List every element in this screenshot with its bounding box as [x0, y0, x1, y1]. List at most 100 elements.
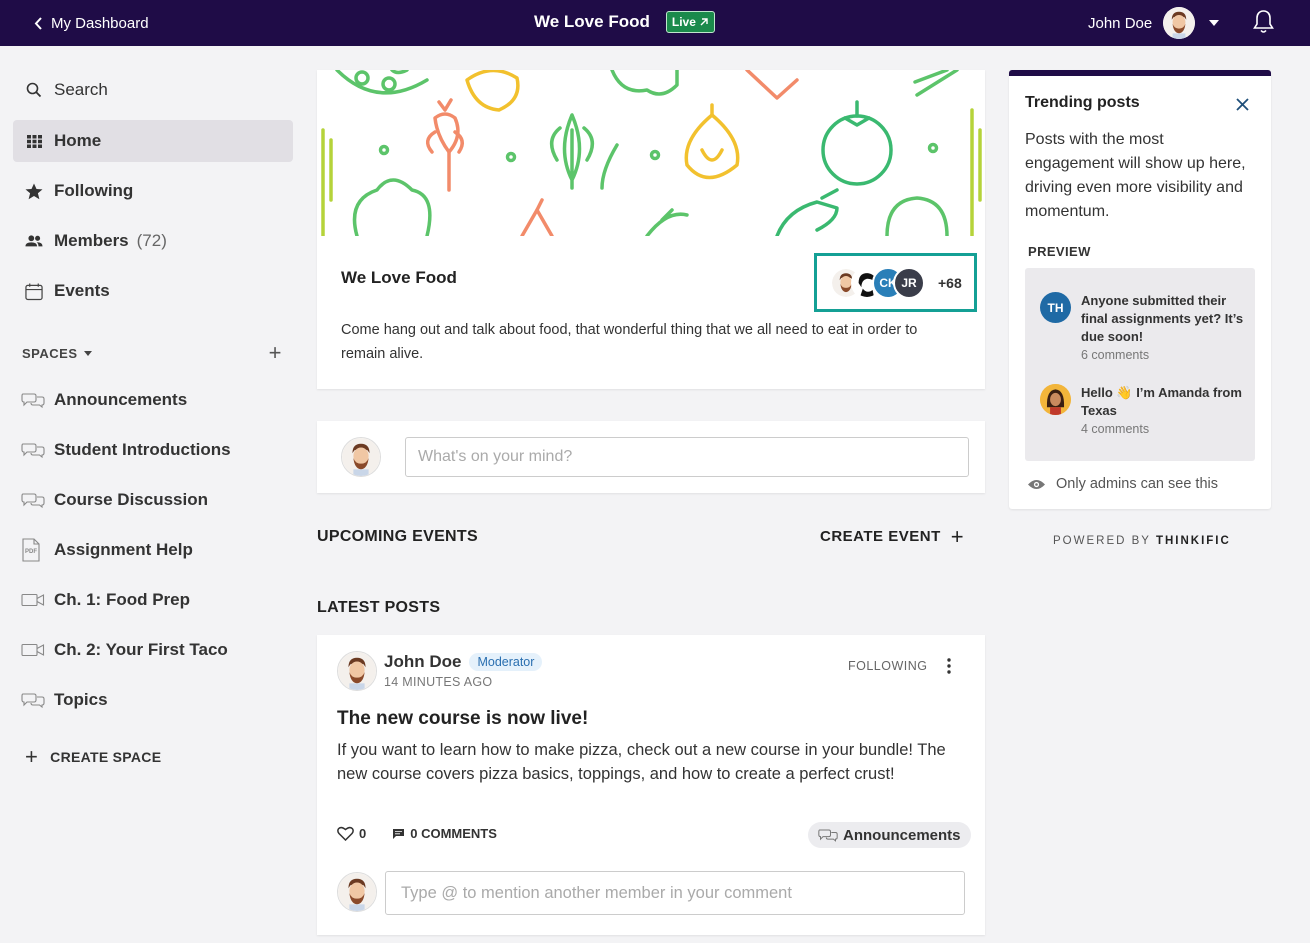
sidebar-item-search[interactable]: Search — [13, 69, 293, 111]
comments-count: 0 COMMENTS — [410, 826, 497, 841]
video-icon — [21, 593, 45, 607]
user-menu[interactable]: John Doe — [1088, 6, 1220, 40]
create-space-label: CREATE SPACE — [50, 749, 162, 765]
user-avatar — [337, 872, 377, 912]
post-timestamp: 14 MINUTES AGO — [384, 675, 493, 689]
sidebar-item-label: Events — [54, 281, 110, 300]
moderator-badge: Moderator — [469, 653, 543, 671]
live-badge[interactable]: Live — [665, 11, 715, 33]
space-item-ch2-first-taco[interactable]: Ch. 2: Your First Taco — [21, 635, 228, 665]
people-icon — [25, 232, 43, 250]
trending-item-comments: 6 comments — [1081, 348, 1150, 362]
create-event-label: CREATE EVENT — [820, 528, 941, 545]
sidebar-item-label: Members — [54, 231, 129, 250]
spaces-header[interactable]: SPACES + — [22, 342, 282, 364]
close-icon[interactable] — [1236, 98, 1249, 111]
post-title[interactable]: The new course is now live! — [337, 708, 588, 730]
grid-icon — [25, 132, 43, 150]
sidebar-item-members[interactable]: Members (72) — [13, 220, 293, 262]
space-item-topics[interactable]: Topics — [21, 685, 108, 715]
trending-preview: TH Anyone submitted their final assignme… — [1025, 268, 1255, 461]
more-options-icon[interactable] — [943, 657, 955, 675]
caret-down-icon — [83, 351, 92, 356]
bell-icon[interactable] — [1253, 9, 1274, 35]
community-title-card: We Love Food — [341, 268, 457, 287]
search-icon — [25, 81, 43, 99]
back-to-dashboard-link[interactable]: My Dashboard — [34, 12, 149, 34]
live-label: Live — [671, 15, 696, 29]
like-button[interactable]: 0 — [337, 826, 366, 841]
comment-input[interactable] — [385, 871, 965, 915]
space-item-student-introductions[interactable]: Student Introductions — [21, 435, 231, 465]
user-name: John Doe — [1088, 14, 1153, 32]
eye-icon — [1028, 479, 1045, 489]
sidebar-item-label: Search — [54, 80, 108, 99]
external-arrow-icon — [700, 18, 708, 26]
community-title: We Love Food — [534, 12, 650, 31]
trending-item-title: Anyone submitted their final assignments… — [1081, 293, 1244, 344]
chat-bubbles-icon — [21, 392, 45, 408]
calendar-icon — [25, 282, 43, 300]
space-item-announcements[interactable]: Announcements — [21, 385, 187, 415]
space-item-assignment-help[interactable]: PDF Assignment Help — [21, 535, 193, 565]
create-event-button[interactable]: CREATE EVENT + — [820, 523, 965, 549]
post-author-name[interactable]: John Doe — [384, 652, 461, 672]
top-bar: My Dashboard We Love Food Live John Doe — [0, 0, 1310, 46]
sidebar-item-following[interactable]: Following — [13, 170, 293, 212]
trending-item-title: Hello 👋 I’m Amanda from Texas — [1081, 385, 1242, 418]
latest-posts-heading: LATEST POSTS — [317, 599, 441, 616]
plus-icon: + — [950, 523, 965, 549]
following-toggle[interactable]: FOLLOWING — [848, 659, 928, 673]
spaces-heading: SPACES — [22, 346, 78, 361]
trending-item[interactable]: Hello 👋 I’m Amanda from Texas 4 comments — [1040, 384, 1246, 438]
caret-down-icon — [1209, 20, 1220, 26]
sidebar-item-label: Following — [54, 181, 134, 200]
trending-item[interactable]: TH Anyone submitted their final assignme… — [1040, 292, 1246, 364]
heart-icon — [337, 826, 354, 841]
post-card: John Doe Moderator 14 MINUTES AGO FOLLOW… — [317, 635, 985, 935]
upcoming-events-heading: UPCOMING EVENTS — [317, 528, 478, 545]
space-label: Topics — [54, 690, 108, 709]
star-icon — [25, 182, 43, 200]
more-members-count: +68 — [938, 274, 962, 291]
pdf-icon: PDF — [21, 538, 45, 562]
create-space-button[interactable]: + CREATE SPACE — [25, 744, 162, 769]
user-avatar — [1163, 7, 1196, 39]
post-body: If you want to learn how to make pizza, … — [337, 741, 946, 783]
space-item-course-discussion[interactable]: Course Discussion — [21, 485, 208, 515]
space-item-ch1-food-prep[interactable]: Ch. 1: Food Prep — [21, 585, 190, 615]
post-space-tag[interactable]: Announcements — [808, 822, 971, 848]
trending-description: Posts with the most engagement will show… — [1025, 131, 1246, 220]
user-avatar — [341, 437, 381, 477]
comments-button[interactable]: 0 COMMENTS — [392, 826, 497, 841]
admin-visibility-note: Only admins can see this — [1027, 476, 1218, 492]
admin-note-text: Only admins can see this — [1056, 476, 1218, 492]
post-author: John Doe Moderator — [384, 652, 543, 672]
chat-bubbles-icon — [21, 692, 45, 708]
trending-posts-panel: Trending posts Posts with the most engag… — [1009, 70, 1271, 509]
sidebar-item-label: Home — [54, 131, 102, 150]
sidebar-item-home[interactable]: Home — [13, 120, 293, 162]
community-description: Come hang out and talk about food, that … — [341, 322, 918, 362]
whats-on-your-mind-input[interactable] — [405, 437, 969, 477]
like-count: 0 — [359, 826, 367, 841]
community-brand: We Love Food Live — [534, 10, 715, 34]
chat-bubbles-icon — [818, 829, 838, 842]
powered-brand: THINKIFIC — [1155, 535, 1231, 547]
post-composer — [317, 421, 985, 493]
post-actions: 0 0 COMMENTS — [337, 826, 497, 841]
back-label: My Dashboard — [51, 14, 149, 32]
members-count: (72) — [136, 231, 167, 250]
video-icon — [21, 643, 45, 657]
community-header-card: We Love Food CK JR +68 Come hang out and… — [317, 70, 985, 389]
community-banner-image — [317, 70, 985, 236]
add-space-icon[interactable]: + — [269, 342, 282, 364]
preview-label: PREVIEW — [1028, 244, 1091, 259]
member-avatars-highlight[interactable]: CK JR +68 — [814, 253, 977, 312]
powered-by-footer[interactable]: POWERED BY THINKIFIC — [1053, 535, 1231, 547]
sidebar: Search Home Following Members (72) Event… — [0, 46, 305, 943]
post-author-avatar[interactable] — [337, 651, 377, 691]
plus-icon: + — [25, 744, 39, 769]
post-space-label: Announcements — [843, 826, 961, 844]
sidebar-item-events[interactable]: Events — [13, 270, 293, 312]
